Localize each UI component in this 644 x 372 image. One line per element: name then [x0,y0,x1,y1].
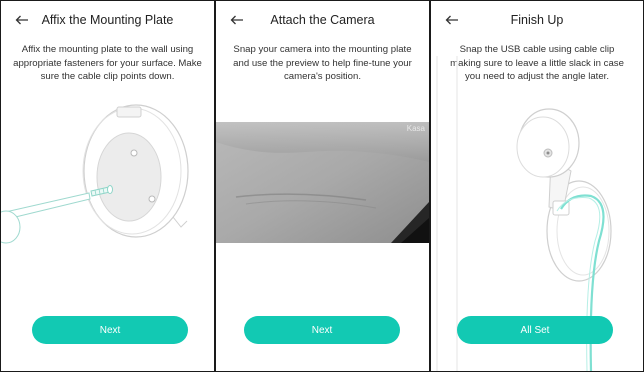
page-title: Attach the Camera [270,13,375,27]
preview-watermark: Kasa [406,124,425,133]
preview-image [216,122,429,243]
camera-live-preview: Kasa [216,122,429,243]
mounting-plate-illustration [1,104,189,244]
panel-affix-mounting-plate: Affix the Mounting Plate Affix the mount… [1,1,214,371]
three-step-setup-screens: Affix the Mounting Plate Affix the mount… [0,0,644,372]
all-set-button[interactable]: All Set [457,316,613,344]
page-title: Affix the Mounting Plate [41,13,174,27]
wall-edge-illustration [436,56,458,371]
instruction-text: Snap the USB cable using cable clip maki… [450,44,624,82]
instruction-text: Affix the mounting plate to the wall usi… [13,44,202,82]
next-button[interactable]: Next [32,316,188,344]
instruction-text: Snap your camera into the mounting plate… [233,44,412,82]
panel-attach-camera: Attach the Camera Snap your camera into … [216,1,429,371]
next-button[interactable]: Next [244,316,400,344]
panel-finish-up: Finish Up Snap the USB cable using cable… [431,1,643,371]
